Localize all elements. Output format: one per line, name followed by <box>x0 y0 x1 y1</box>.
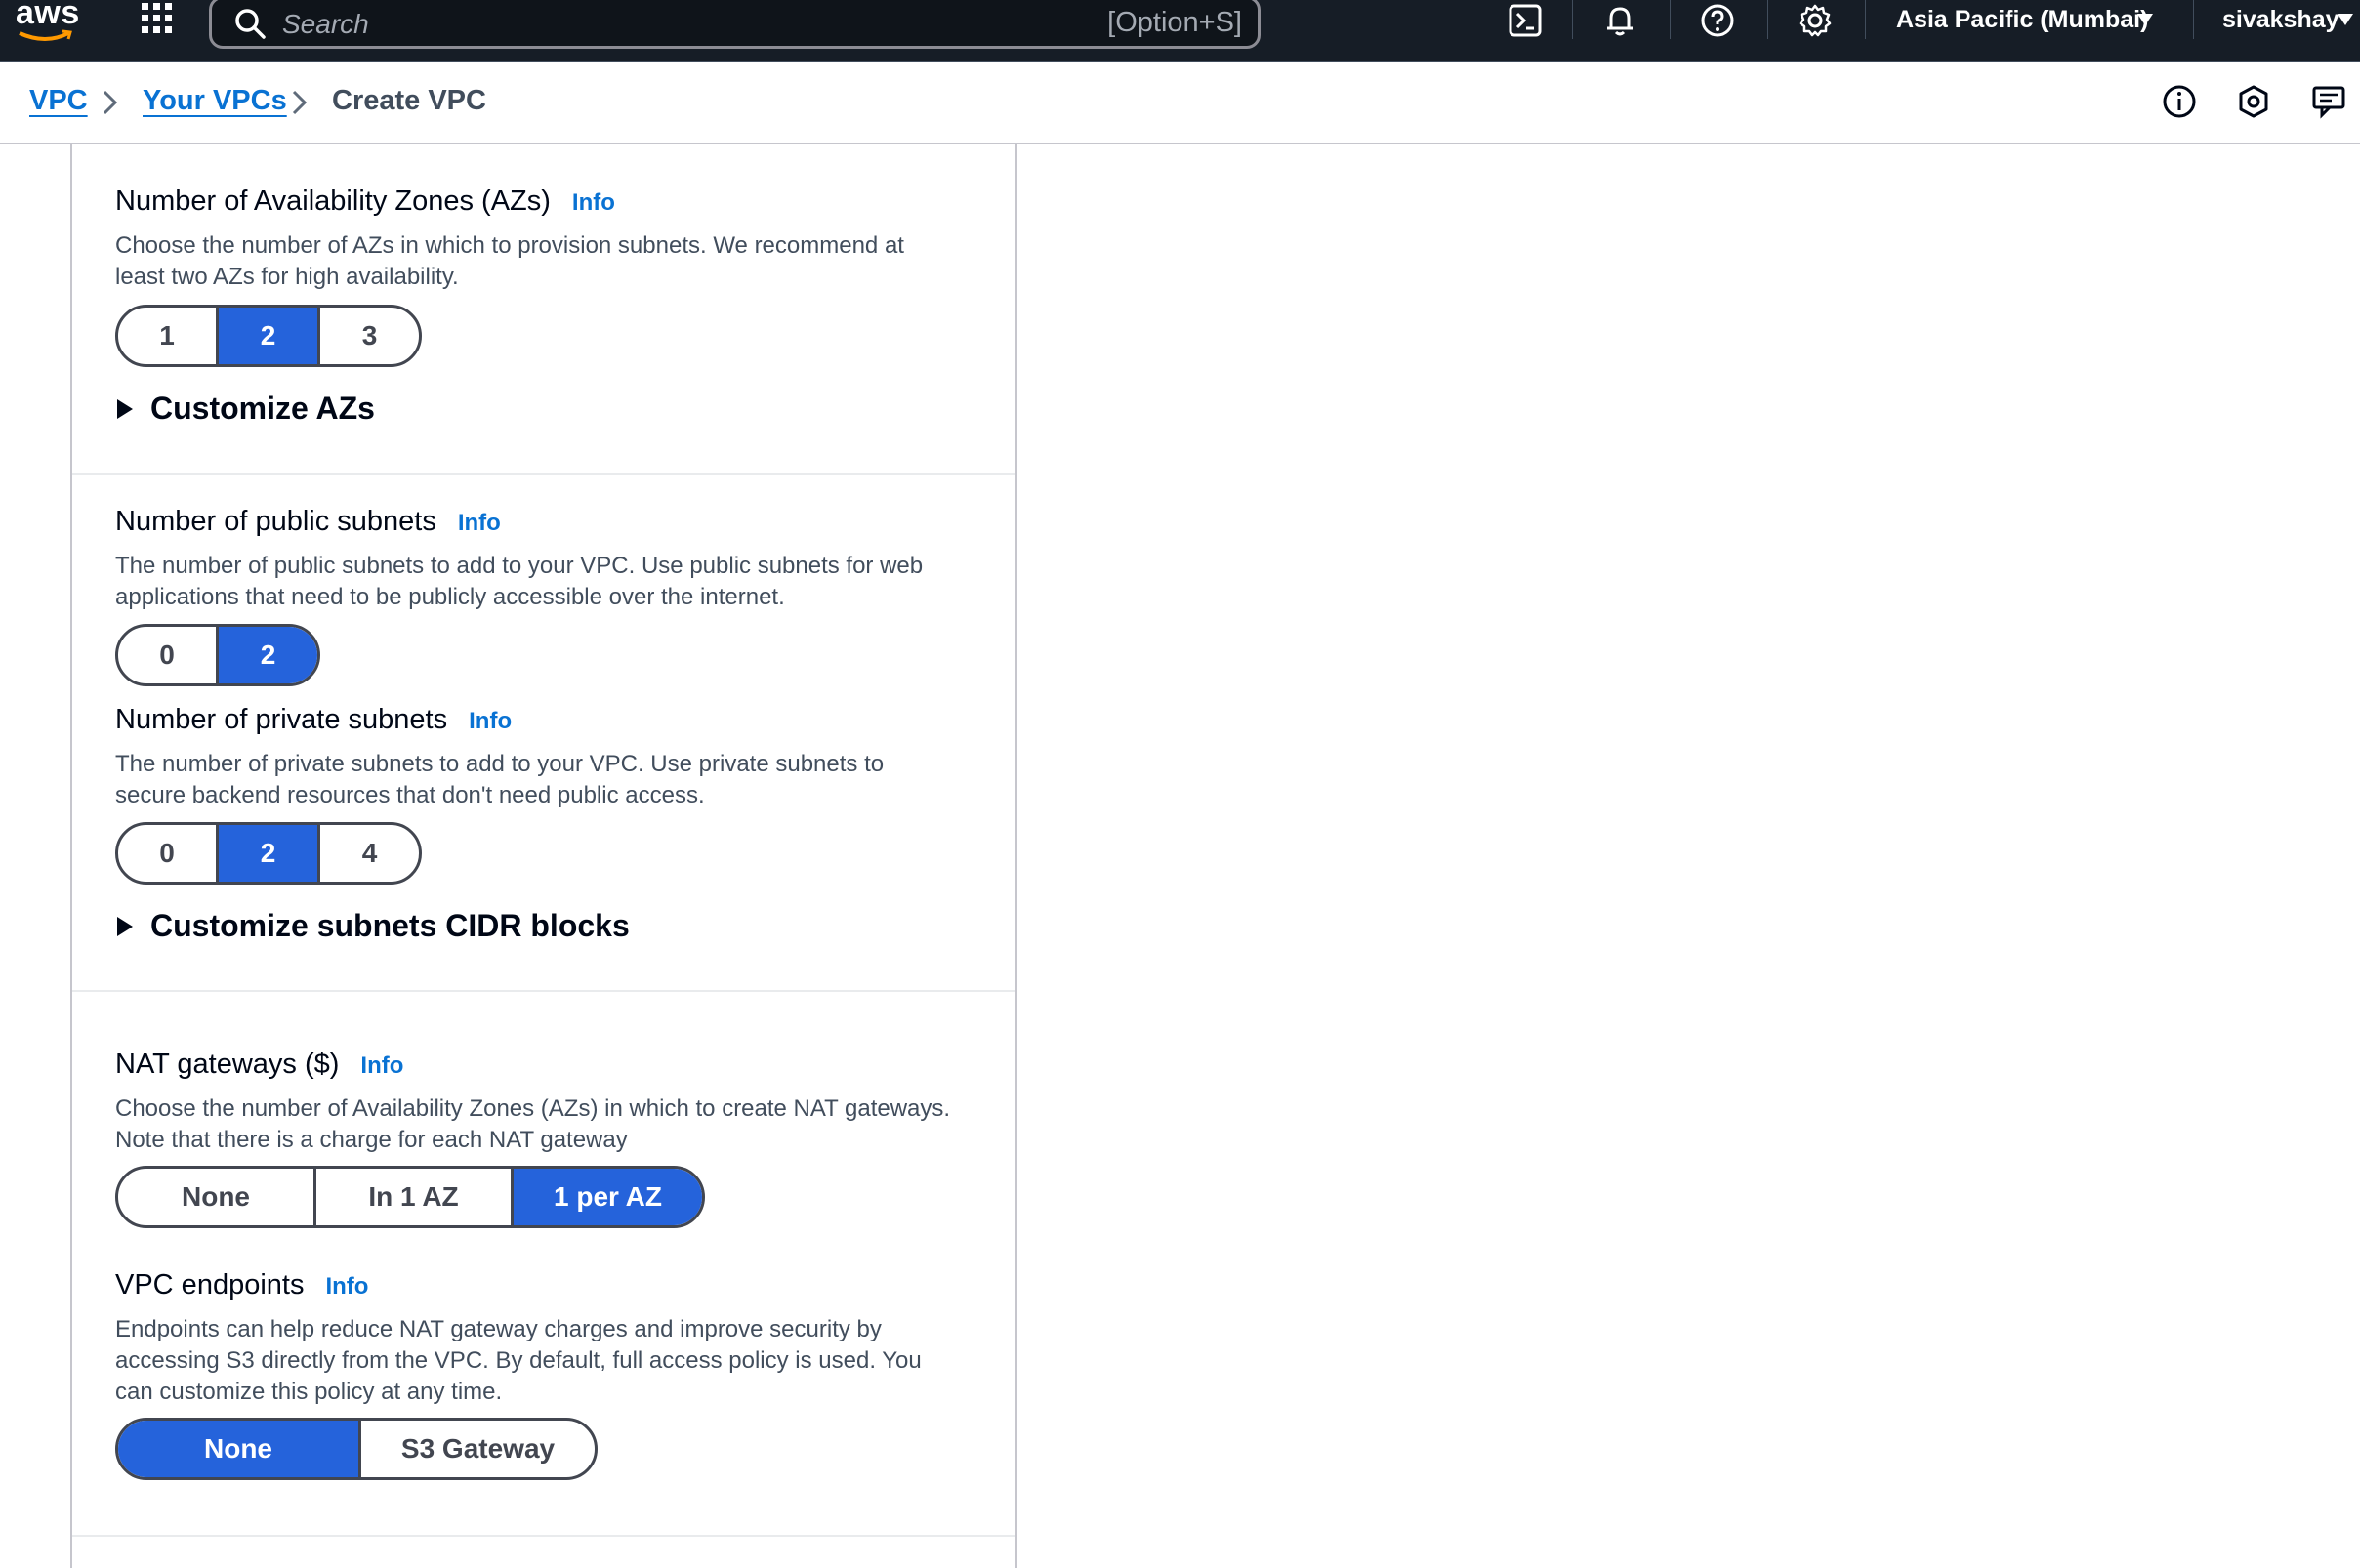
endpoints-description-line: accessing S3 directly from the VPC. By d… <box>115 1347 922 1374</box>
nat-gateways-info-link[interactable]: Info <box>360 1052 403 1079</box>
private-subnets-description-line: secure backend resources that don't need… <box>115 782 705 808</box>
nav-divider <box>2193 0 2194 39</box>
customize-subnets-cidr-label: Customize subnets CIDR blocks <box>150 908 630 943</box>
nat-option-in-1-az[interactable]: In 1 AZ <box>316 1169 514 1225</box>
public-subnets-option-0[interactable]: 0 <box>118 627 219 683</box>
search-icon <box>235 9 266 39</box>
breadcrumb-current: Create VPC <box>332 85 486 116</box>
nat-gateways-selector: None In 1 AZ 1 per AZ <box>115 1166 705 1228</box>
section-divider <box>72 473 1015 475</box>
top-navigation-bar: aws Search [Option+S] Asia Pacific (Mumb… <box>0 0 2360 62</box>
services-grid-icon[interactable] <box>141 2 174 35</box>
public-subnets-description-line: The number of public subnets to add to y… <box>115 553 924 579</box>
breadcrumb-your-vpcs-link[interactable]: Your VPCs <box>143 85 287 117</box>
public-subnets-description: The number of public subnets to add to y… <box>115 551 923 613</box>
aws-smile-icon <box>19 29 72 41</box>
bell-icon[interactable] <box>1601 2 1638 39</box>
caret-right-icon <box>117 398 133 419</box>
nat-gateways-description: Choose the number of Availability Zones … <box>115 1093 950 1156</box>
customize-azs-label: Customize AZs <box>150 391 375 426</box>
vpc-settings-panel: Number of Availability Zones (AZs) Info C… <box>70 144 1017 1568</box>
account-menu[interactable]: sivakshay <box>2222 6 2339 34</box>
nat-option-none[interactable]: None <box>118 1169 316 1225</box>
private-subnets-info-link[interactable]: Info <box>469 708 512 734</box>
az-count-label-text: Number of Availability Zones (AZs) <box>115 186 551 217</box>
nat-gateways-label-text: NAT gateways ($) <box>115 1049 340 1080</box>
vpc-endpoints-selector: None S3 Gateway <box>115 1418 598 1480</box>
endpoints-option-none[interactable]: None <box>118 1421 361 1477</box>
help-icon[interactable] <box>1699 2 1736 39</box>
public-subnets-label-text: Number of public subnets <box>115 506 436 537</box>
section-divider <box>72 1535 1015 1537</box>
public-subnets-selector: 0 2 <box>115 624 320 686</box>
az-option-3[interactable]: 3 <box>320 308 419 364</box>
public-subnets-option-2[interactable]: 2 <box>219 627 317 683</box>
nat-option-1-per-az[interactable]: 1 per AZ <box>514 1169 702 1225</box>
vpc-endpoints-info-link[interactable]: Info <box>325 1273 368 1300</box>
region-selector[interactable]: Asia Pacific (Mumbai) <box>1896 6 2148 34</box>
az-count-selector: 1 2 3 <box>115 305 422 367</box>
caret-right-icon <box>117 916 133 936</box>
public-subnets-info-link[interactable]: Info <box>458 510 501 536</box>
nav-divider <box>1865 0 1866 39</box>
nav-divider <box>1670 0 1671 39</box>
info-panel-icon[interactable] <box>2161 83 2198 120</box>
az-info-link[interactable]: Info <box>572 189 615 216</box>
chevron-right-icon <box>292 90 308 115</box>
vpc-endpoints-description: Endpoints can help reduce NAT gateway ch… <box>115 1314 922 1408</box>
private-subnets-label-text: Number of private subnets <box>115 704 448 735</box>
cloudshell-icon[interactable] <box>1507 2 1544 39</box>
private-subnets-option-4[interactable]: 4 <box>320 825 419 882</box>
nat-description-line: Choose the number of Availability Zones … <box>115 1095 951 1122</box>
private-subnets-option-2[interactable]: 2 <box>219 825 320 882</box>
az-option-2[interactable]: 2 <box>219 308 320 364</box>
vpc-endpoints-label: VPC endpoints Info <box>115 1269 368 1301</box>
search-shortcut: [Option+S] <box>1107 7 1242 38</box>
az-description-line: least two AZs for high availability. <box>115 264 459 290</box>
public-subnets-description-line: applications that need to be publicly ac… <box>115 584 785 610</box>
search-placeholder: Search <box>282 9 369 39</box>
endpoints-description-line: Endpoints can help reduce NAT gateway ch… <box>115 1316 882 1342</box>
nav-divider <box>1767 0 1768 39</box>
private-subnets-description: The number of private subnets to add to … <box>115 749 884 811</box>
customize-subnets-cidr-expander[interactable]: Customize subnets CIDR blocks <box>115 908 630 944</box>
nat-gateways-label: NAT gateways ($) Info <box>115 1049 403 1081</box>
az-description-line: Choose the number of AZs in which to pro… <box>115 232 904 259</box>
nat-description-line: Note that there is a charge for each NAT… <box>115 1127 628 1153</box>
az-count-label: Number of Availability Zones (AZs) Info <box>115 186 615 218</box>
private-subnets-description-line: The number of private subnets to add to … <box>115 751 885 777</box>
nav-divider <box>1572 0 1573 39</box>
az-option-1[interactable]: 1 <box>118 308 219 364</box>
private-subnets-selector: 0 2 4 <box>115 822 422 885</box>
breadcrumb-vpc-link[interactable]: VPC <box>29 85 88 117</box>
private-subnets-label: Number of private subnets Info <box>115 704 512 736</box>
public-subnets-label: Number of public subnets Info <box>115 506 501 538</box>
aws-logo[interactable]: aws <box>16 0 80 32</box>
caret-down-icon[interactable] <box>2137 14 2153 25</box>
private-subnets-option-0[interactable]: 0 <box>118 825 219 882</box>
customize-azs-expander[interactable]: Customize AZs <box>115 391 375 427</box>
section-divider <box>72 990 1015 992</box>
az-count-description: Choose the number of AZs in which to pro… <box>115 230 904 293</box>
endpoints-option-s3-gateway[interactable]: S3 Gateway <box>361 1421 595 1477</box>
settings-icon[interactable] <box>1797 2 1834 39</box>
caret-down-icon[interactable] <box>2338 14 2353 25</box>
shield-icon[interactable] <box>2235 83 2272 120</box>
feedback-icon[interactable] <box>2310 83 2347 120</box>
breadcrumb: VPC Your VPCs Create VPC <box>0 62 2360 144</box>
search-input[interactable]: Search [Option+S] <box>209 0 1261 49</box>
endpoints-description-line: can customize this policy at any time. <box>115 1379 503 1405</box>
vpc-endpoints-label-text: VPC endpoints <box>115 1269 305 1300</box>
chevron-right-icon <box>103 90 118 115</box>
